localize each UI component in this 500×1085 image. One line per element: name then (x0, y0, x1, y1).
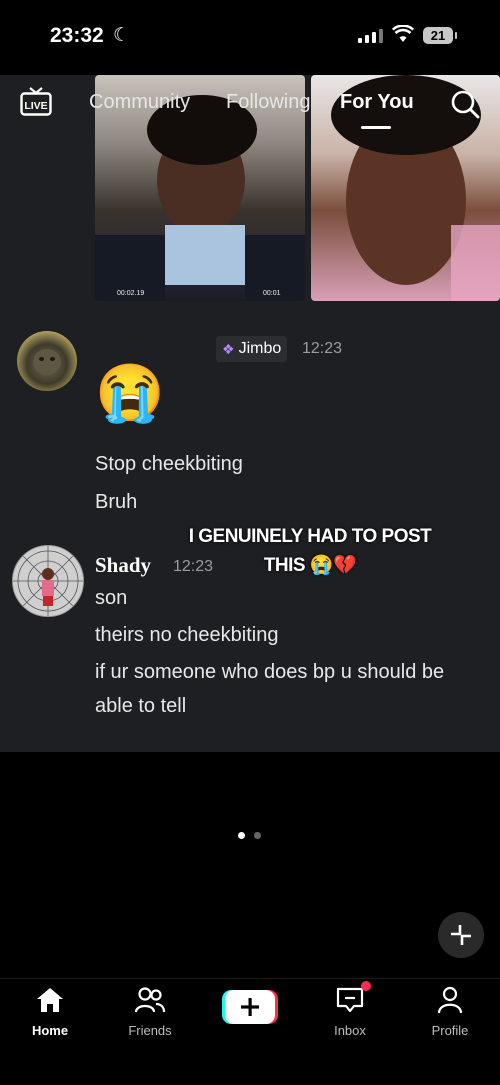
nav-profile[interactable]: Profile (410, 986, 490, 1038)
crying-emoji: 😭 (95, 361, 165, 424)
search-icon[interactable] (450, 89, 480, 124)
diamond-icon: ❖ (222, 341, 235, 357)
nav-label-home: Home (31, 1023, 69, 1038)
avatar-jimbo (17, 331, 77, 391)
inbox-icon (336, 987, 364, 1013)
caption-line-2: THIS 😭💔 (263, 555, 357, 576)
message-line: son (95, 587, 128, 609)
plus-icon (241, 998, 259, 1016)
username-tag-jimbo[interactable]: ❖ Jimbo (216, 336, 288, 362)
status-time: 23:32 (50, 24, 104, 47)
nav-label-profile: Profile (431, 1023, 469, 1038)
video-timestamp-left: 00:02.19 (117, 290, 145, 297)
nav-label-friends: Friends (128, 1023, 172, 1038)
avatar-shady (12, 545, 84, 617)
message-time: 12:23 (302, 340, 343, 357)
friends-icon (134, 987, 166, 1013)
message-line: Bruh (95, 491, 138, 513)
nav-friends[interactable]: Friends (110, 986, 190, 1038)
username-jimbo: Jimbo (238, 340, 282, 357)
collapse-button[interactable] (438, 912, 484, 958)
pagination-dot[interactable] (254, 832, 261, 839)
username-shady[interactable]: Shady (95, 553, 151, 578)
create-post-button[interactable] (222, 990, 278, 1024)
battery-indicator: 21 (423, 27, 453, 44)
message-line: Stop cheekbiting (95, 453, 243, 475)
battery-tip (455, 32, 457, 39)
inbox-notification-badge (361, 981, 371, 991)
nav-inbox[interactable]: Inbox (310, 986, 390, 1038)
home-icon (37, 988, 63, 1012)
message-line: able to tell (95, 695, 187, 717)
nav-label-inbox: Inbox (334, 1023, 366, 1038)
video-timestamp-right: 00:01 (263, 290, 281, 297)
message-line: if ur someone who does bp u should be (95, 661, 445, 683)
tab-following[interactable]: Following (226, 91, 310, 114)
tab-community[interactable]: Community (89, 91, 190, 114)
pagination-dot-active[interactable] (238, 832, 245, 839)
message-line: theirs no cheekbiting (95, 624, 279, 646)
tab-for-you[interactable]: For You (340, 91, 414, 114)
svg-text:LIVE: LIVE (24, 100, 47, 112)
video-caption-overlay: I GENUINELY HAD TO POST THIS 😭💔 (160, 522, 460, 580)
cellular-signal-icon (358, 29, 383, 43)
caption-line-1: I GENUINELY HAD TO POST (188, 526, 432, 547)
do-not-disturb-moon-icon: ☾ (113, 25, 131, 46)
nav-home[interactable]: Home (10, 986, 90, 1038)
profile-icon (437, 986, 463, 1014)
live-icon[interactable]: LIVE (20, 87, 52, 122)
wifi-icon (391, 24, 415, 48)
active-tab-indicator (361, 126, 391, 129)
collapse-icon (451, 925, 471, 945)
